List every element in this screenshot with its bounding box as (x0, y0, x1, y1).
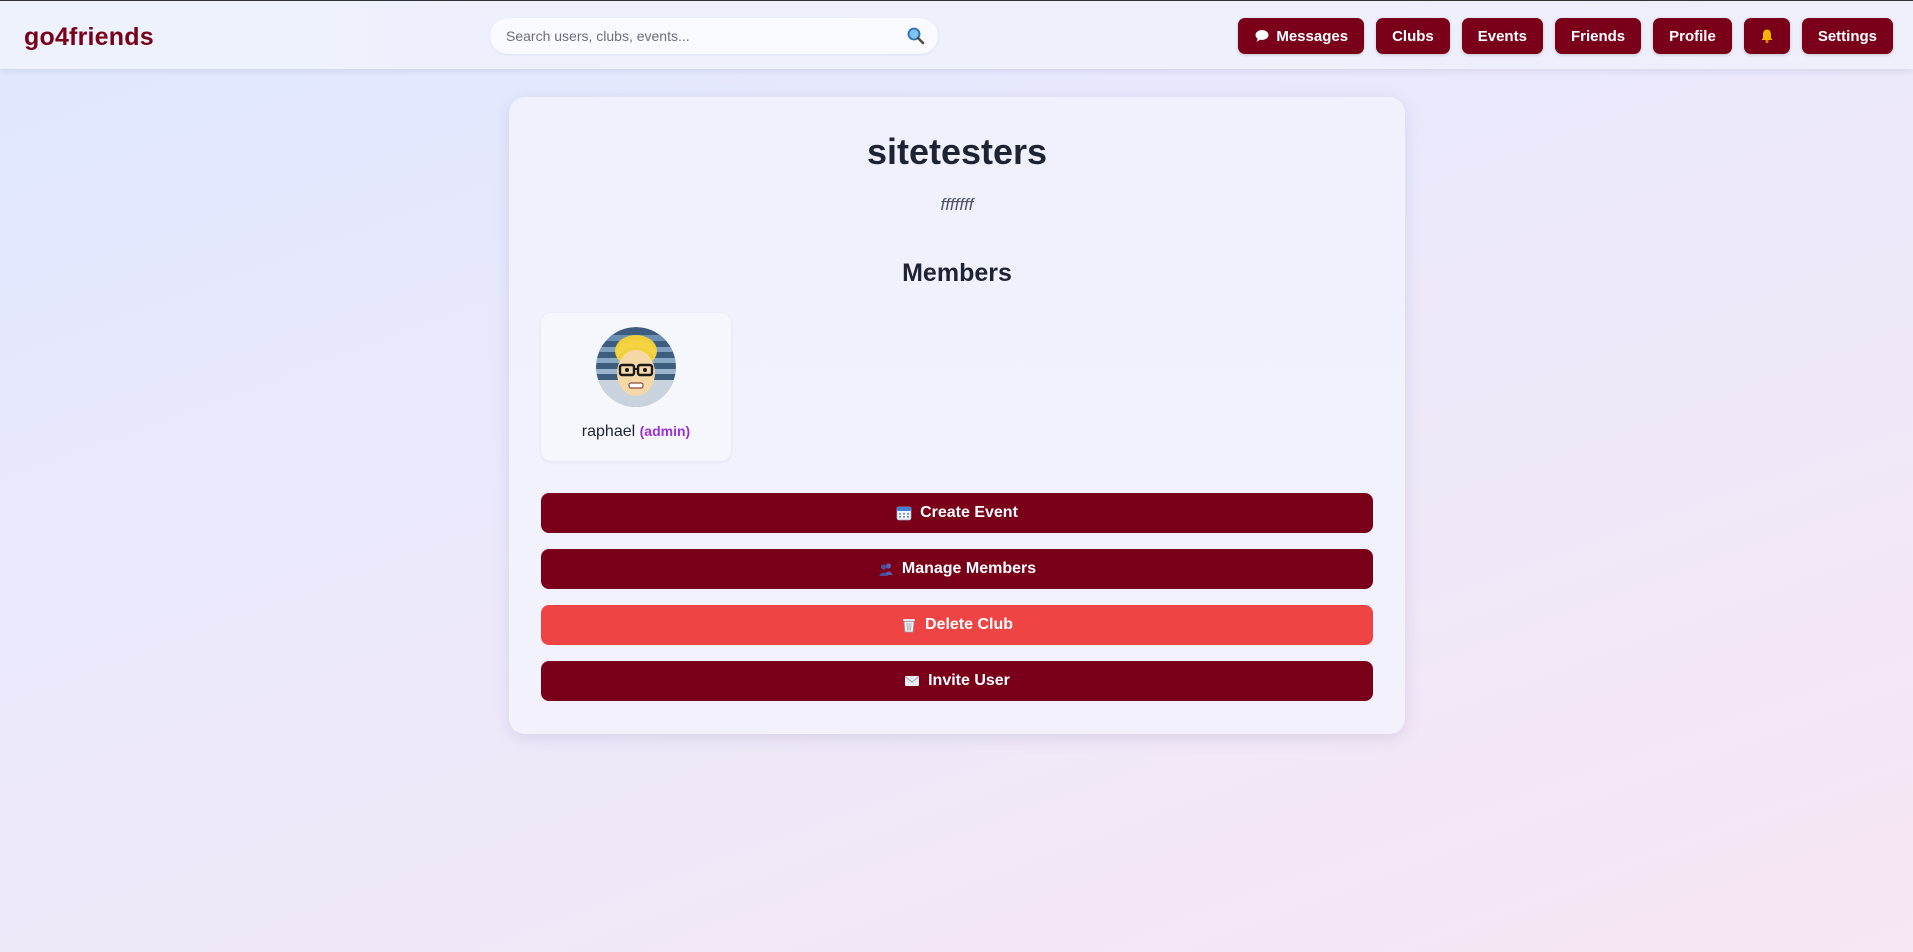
members-heading: Members (902, 259, 1012, 287)
member-name[interactable]: raphael (582, 423, 635, 440)
nav-profile-label: Profile (1669, 27, 1716, 45)
search-input[interactable] (490, 18, 938, 54)
nav-settings-label: Settings (1817, 27, 1877, 45)
manage-members-label: Manage Members (901, 560, 1037, 577)
invite-user-label: Invite User (928, 672, 1010, 689)
top-navigation-bar: go4friends Messages Clubs Events (0, 0, 1913, 69)
delete-club-label: Delete Club (924, 616, 1013, 633)
member-name-line: raphael (admin) (541, 423, 731, 441)
nav-events-button[interactable]: Events (1461, 18, 1543, 54)
invite-user-button[interactable]: Invite User (541, 661, 1373, 701)
create-event-label: Create Event (920, 504, 1018, 521)
club-title: sitetesters (866, 131, 1048, 172)
member-role-badge: (admin) (639, 423, 691, 439)
delete-club-button[interactable]: Delete Club (541, 605, 1373, 645)
nav-profile-button[interactable]: Profile (1653, 18, 1732, 54)
club-description: fffffff (940, 195, 974, 214)
nav-events-label: Events (1477, 27, 1527, 45)
nav-clubs-label: Clubs (1392, 27, 1434, 45)
nav-friends-label: Friends (1570, 27, 1626, 45)
member-card[interactable]: raphael (admin) (541, 313, 731, 461)
notifications-button[interactable] (1743, 18, 1790, 54)
nav-messages-label: Messages (1276, 27, 1349, 45)
speech-bubble-icon (1254, 28, 1270, 44)
people-icon (878, 561, 894, 577)
memoji-avatar[interactable] (596, 327, 676, 407)
nav-settings-button[interactable]: Settings (1801, 18, 1893, 54)
club-card: sitetesters fffffff Members raphael (adm… (509, 97, 1405, 734)
nav-messages-button[interactable]: Messages (1238, 18, 1365, 54)
bell-icon (1759, 28, 1775, 44)
magnifier-icon[interactable] (906, 26, 926, 46)
wastebasket-icon (901, 617, 917, 633)
envelope-icon (904, 673, 920, 689)
calendar-icon (896, 505, 912, 521)
brand-logo[interactable]: go4friends (24, 23, 154, 52)
nav-clubs-button[interactable]: Clubs (1376, 18, 1450, 54)
create-event-button[interactable]: Create Event (541, 493, 1373, 533)
nav-friends-button[interactable]: Friends (1554, 18, 1642, 54)
main-nav: Messages Clubs Events Friends Profile Se… (1238, 18, 1893, 54)
search-box (490, 18, 938, 54)
manage-members-button[interactable]: Manage Members (541, 549, 1373, 589)
